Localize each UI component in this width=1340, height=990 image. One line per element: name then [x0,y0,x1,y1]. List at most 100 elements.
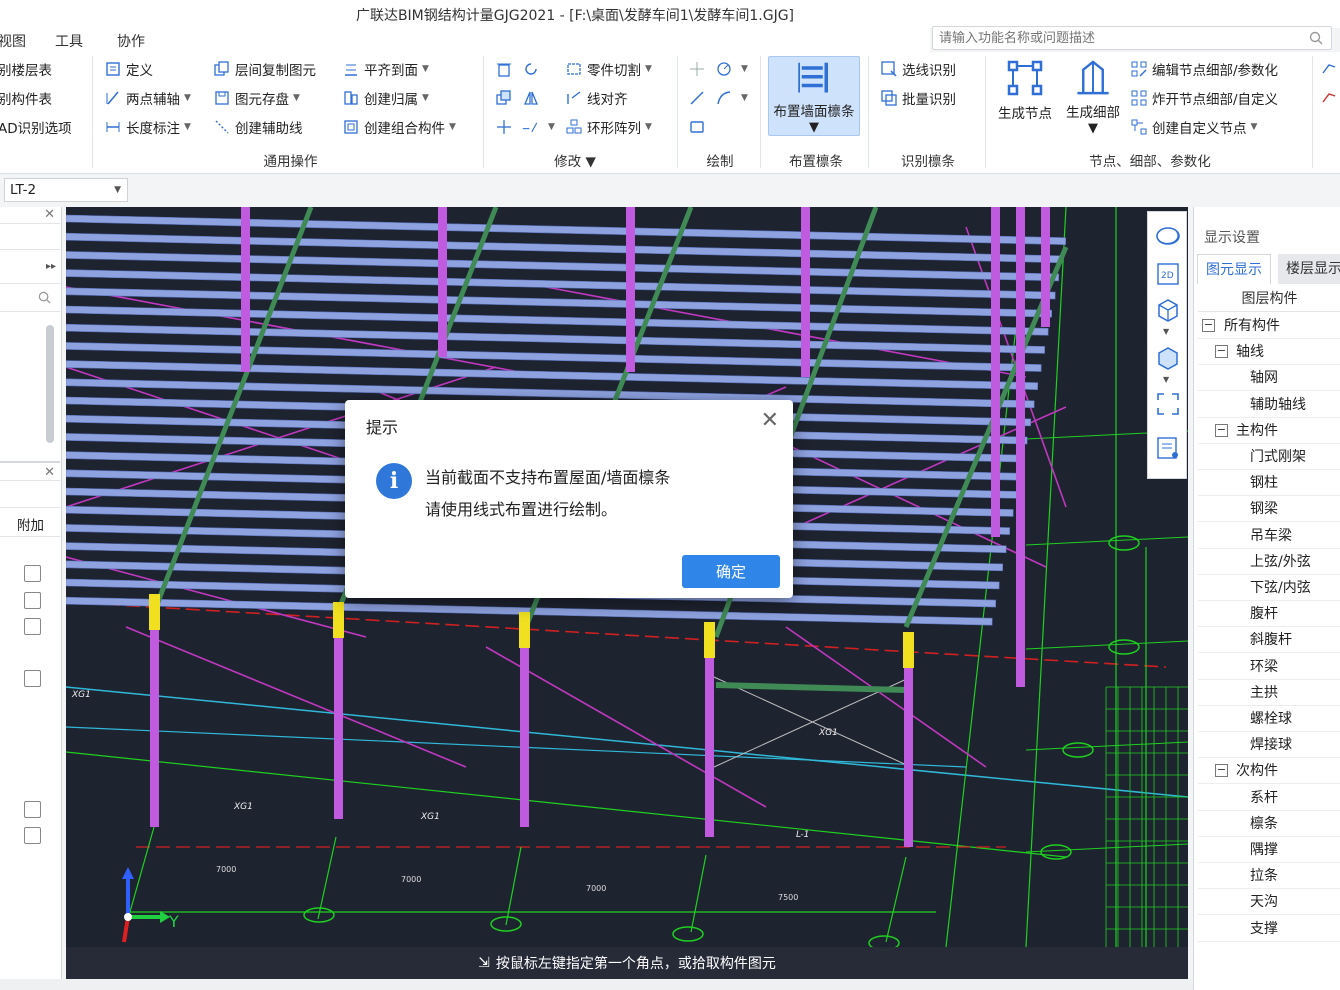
rect-draw-button[interactable] [688,115,710,139]
floor-select[interactable]: LT-2 ▼ [4,178,128,202]
tab-element-display[interactable]: 图元显示 [1197,254,1271,284]
close-icon[interactable]: ✕ [761,410,779,432]
solid-view-icon[interactable] [1154,344,1182,372]
tree-item[interactable]: 门式刚架 [1250,444,1306,470]
tree-item[interactable]: 下弦/内弦 [1250,575,1311,601]
chevron-down-icon[interactable]: ▼ [1163,375,1169,384]
more-tool-button-2[interactable] [1320,86,1340,110]
delete-icon-button[interactable] [495,57,517,81]
tree-item[interactable]: 次构件 [1236,758,1278,784]
scrollbar-thumb[interactable] [46,325,54,443]
orbit-view-icon[interactable] [1154,222,1182,250]
interfloor-copy-button[interactable]: 层间复制图元 [213,57,316,81]
more-tool-button-1[interactable] [1320,57,1340,81]
cad-identify-options-button[interactable]: AD识别选项 [0,115,72,139]
element-save-button[interactable]: 图元存盘 ▼ [213,86,300,110]
generate-nodes-button[interactable]: 生成节点 [994,56,1056,136]
create-ownership-button[interactable]: 创建归属 ▼ [342,86,429,110]
tree-item[interactable]: 主拱 [1250,680,1278,706]
tree-item[interactable]: 轴线 [1236,339,1264,365]
member-label: XG1 [818,728,838,738]
tree-item[interactable]: 腹杆 [1250,601,1278,627]
svg-text:2D: 2D [1161,271,1174,281]
extra-checkbox[interactable] [24,618,41,635]
function-search-input[interactable] [933,27,1293,49]
3d-box-view-icon[interactable] [1154,296,1182,324]
menu-tools[interactable]: 工具 [55,31,83,51]
steel-column [241,207,250,372]
tree-item[interactable]: 环梁 [1250,654,1278,680]
tree-item[interactable]: 隅撑 [1250,837,1278,863]
move-icon-button[interactable] [495,115,517,139]
explode-node-detail-button[interactable]: 炸开节点细部/自定义 [1130,86,1278,110]
define-button[interactable]: 定义 [104,57,153,81]
chevron-down-icon[interactable]: ▼ [1163,327,1169,336]
create-helper-line-button[interactable]: 创建辅助线 [213,115,303,139]
tree-item[interactable]: 天沟 [1250,889,1278,915]
extra-checkbox[interactable] [24,801,41,818]
expand-icon[interactable]: ▸▸ [46,261,56,272]
point-draw-button[interactable] [688,57,710,81]
tree-item[interactable]: 上弦/外弦 [1250,549,1311,575]
extra-checkbox[interactable] [24,670,41,687]
tree-item[interactable]: 所有构件 [1224,313,1280,339]
2d-view-icon[interactable]: 2D [1154,260,1182,288]
steel-column [438,207,447,357]
place-wall-purlin-button[interactable]: 布置墙面檩条 ▼ [768,56,860,136]
align-to-surface-button[interactable]: 平齐到面 ▼ [342,57,429,81]
length-dimension-button[interactable]: 长度标注 ▼ [104,115,191,139]
menu-view[interactable]: 视图 [0,31,26,51]
copy-element-icon-button[interactable] [495,86,517,110]
tree-item[interactable]: 拉条 [1250,863,1278,889]
create-custom-node-button[interactable]: 创建自定义节点 ▼ [1130,115,1257,139]
group-label-nodes: 节点、细部、参数化 [1089,154,1211,170]
circle-draw-button[interactable]: ▼ [715,57,748,81]
extend-icon-button[interactable]: ▼ [522,115,555,139]
function-search[interactable] [932,26,1332,50]
arc-draw-button[interactable]: ▼ [715,86,748,110]
menu-collab[interactable]: 协作 [117,31,145,51]
close-icon[interactable]: ✕ [44,207,55,222]
view-settings-icon[interactable] [1154,434,1182,462]
tree-item[interactable]: 钢梁 [1250,496,1278,522]
create-combined-component-button[interactable]: 创建组合构件 ▼ [342,115,456,139]
ok-button[interactable]: 确定 [682,555,780,588]
tree-item[interactable]: 主构件 [1236,418,1278,444]
two-point-axis-button[interactable]: 两点辅轴 ▼ [104,86,191,110]
close-icon[interactable]: ✕ [44,465,55,480]
generate-details-button[interactable]: 生成细部 ▼ [1062,56,1124,136]
mirror-icon-button[interactable] [522,86,544,110]
fit-view-icon[interactable] [1154,390,1182,418]
panel-splitter[interactable] [0,461,60,463]
tree-item[interactable]: 吊车梁 [1250,523,1292,549]
tree-item[interactable]: 系杆 [1250,785,1278,811]
collapse-toggle-icon[interactable]: − [1215,345,1228,359]
collapse-toggle-icon[interactable]: − [1215,423,1228,437]
tree-item[interactable]: 螺栓球 [1250,706,1292,732]
tree-item[interactable]: 轴网 [1250,365,1278,391]
tree-item[interactable]: 支撑 [1250,916,1278,942]
part-cut-button[interactable]: 零件切割 ▼ [565,57,652,81]
tree-item[interactable]: 檩条 [1250,811,1278,837]
tree-item[interactable]: 焊接球 [1250,732,1292,758]
edit-node-detail-button[interactable]: 编辑节点细部/参数化 [1130,57,1278,81]
line-align-button[interactable]: 线对齐 [565,86,628,110]
select-line-identify-button[interactable]: 选线识别 [880,57,956,81]
tab-floor-display[interactable]: 楼层显示 [1278,254,1340,284]
extra-checkbox[interactable] [24,565,41,582]
batch-identify-button[interactable]: 批量识别 [880,86,956,110]
identify-component-table-button[interactable]: 别构件表 [0,86,52,110]
search-icon[interactable] [38,291,51,304]
extra-checkbox[interactable] [24,592,41,609]
tree-item[interactable]: 辅助轴线 [1250,392,1306,418]
tree-item[interactable]: 钢柱 [1250,470,1278,496]
collapse-toggle-icon[interactable]: − [1202,319,1215,332]
extra-checkbox[interactable] [24,827,41,844]
tree-item[interactable]: 斜腹杆 [1250,627,1292,653]
line-draw-button[interactable] [688,86,710,110]
circular-array-button[interactable]: 环形阵列 ▼ [565,115,652,139]
rotate-icon-button[interactable] [522,57,544,81]
identify-floor-table-button[interactable]: 别楼层表 [0,57,52,81]
collapse-toggle-icon[interactable]: − [1215,764,1228,778]
search-icon[interactable] [1309,31,1323,45]
